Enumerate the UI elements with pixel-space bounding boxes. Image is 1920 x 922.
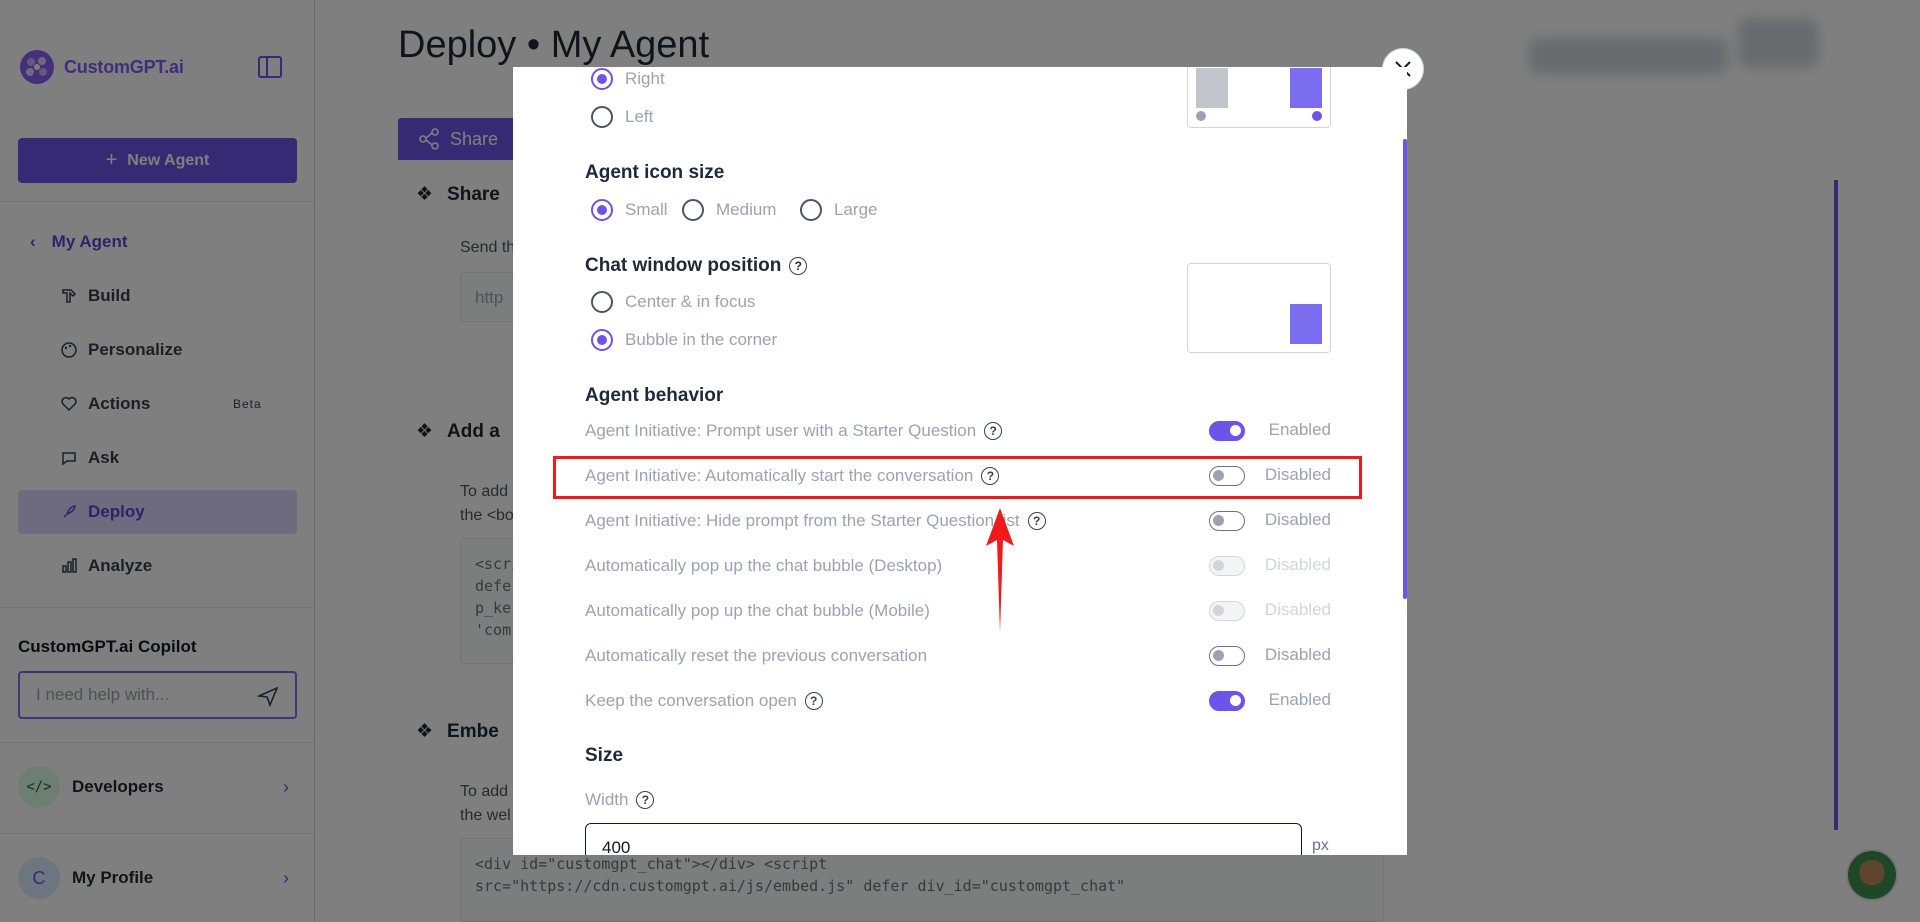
toggle-state: Disabled [1264, 645, 1331, 664]
behavior-row-reset-conversation: Automatically reset the previous convers… [585, 641, 1331, 671]
toggle-state: Disabled [1264, 600, 1331, 619]
toggle-switch[interactable] [1209, 556, 1245, 576]
radio-label: Large [834, 200, 878, 219]
behavior-label: Automatically pop up the chat bubble (Mo… [585, 601, 930, 620]
radio-label: Left [625, 107, 654, 126]
radio-center-focus[interactable]: Center & in focus [591, 291, 755, 313]
behavior-row-keep-open: Keep the conversation open ? Enabled [585, 686, 1331, 716]
radio-position-right[interactable]: Right [591, 68, 665, 90]
help-icon[interactable]: ? [636, 791, 655, 809]
radio-indicator [591, 106, 613, 128]
toggle-switch[interactable] [1209, 421, 1245, 441]
radio-indicator [591, 199, 613, 221]
behavior-label: Automatically pop up the chat bubble (De… [585, 556, 943, 575]
preview-block [1290, 68, 1322, 108]
radio-label: Right [625, 69, 665, 88]
toggle-switch[interactable] [1209, 691, 1245, 711]
radio-label: Bubble in the corner [625, 330, 778, 349]
behavior-label: Agent Initiative: Prompt user with a Sta… [585, 421, 977, 440]
radio-indicator [591, 329, 613, 351]
radio-size-medium[interactable]: Medium [682, 199, 776, 221]
preview-dot [1312, 111, 1322, 121]
icon-size-heading: Agent icon size [585, 162, 725, 183]
help-icon[interactable]: ? [789, 257, 808, 275]
chat-window-preview [1187, 263, 1331, 353]
behavior-label: Automatically reset the previous convers… [585, 646, 928, 665]
preview-dot [1196, 111, 1206, 121]
toggle-switch[interactable] [1209, 646, 1245, 666]
radio-position-left[interactable]: Left [591, 106, 653, 128]
behavior-label: Agent Initiative: Hide prompt from the S… [585, 511, 1020, 530]
toggle-state: Disabled [1264, 555, 1331, 574]
behavior-row-popup-desktop: Automatically pop up the chat bubble (De… [585, 551, 1331, 581]
radio-bubble-corner[interactable]: Bubble in the corner [591, 329, 777, 351]
modal-scrollbar[interactable] [1403, 139, 1407, 599]
radio-indicator [800, 199, 822, 221]
width-unit: px [1312, 837, 1329, 854]
chat-window-heading: Chat window position ? [585, 255, 808, 277]
help-icon[interactable]: ? [804, 692, 823, 710]
toggle-state: Disabled [1264, 510, 1331, 529]
radio-size-small[interactable]: Small [591, 199, 668, 221]
radio-size-large[interactable]: Large [800, 199, 877, 221]
behavior-row-popup-mobile: Automatically pop up the chat bubble (Mo… [585, 596, 1331, 626]
toggle-state: Enabled [1268, 420, 1331, 439]
behavior-row-starter-question: Agent Initiative: Prompt user with a Sta… [585, 416, 1331, 446]
radio-indicator [682, 199, 704, 221]
width-input[interactable]: 400 [585, 823, 1302, 855]
toggle-switch[interactable] [1209, 511, 1245, 531]
agent-behavior-heading: Agent behavior [585, 385, 724, 406]
radio-label: Medium [716, 200, 777, 219]
size-heading: Size [585, 745, 624, 766]
radio-label: Small [625, 200, 668, 219]
highlight-box [553, 456, 1362, 499]
preview-block [1290, 304, 1322, 344]
help-icon[interactable]: ? [984, 422, 1003, 440]
radio-indicator [591, 68, 613, 90]
toggle-state: Enabled [1268, 690, 1331, 709]
width-label: Width [585, 790, 629, 809]
arrow-up-icon [986, 508, 1014, 633]
toggle-switch[interactable] [1209, 601, 1245, 621]
width-label-row: Width ? [585, 785, 885, 815]
radio-label: Center & in focus [625, 292, 756, 311]
behavior-label: Keep the conversation open [585, 691, 797, 710]
position-preview [1187, 67, 1331, 128]
behavior-row-hide-prompt: Agent Initiative: Hide prompt from the S… [585, 506, 1331, 536]
help-icon[interactable]: ? [1027, 512, 1046, 530]
radio-indicator [591, 291, 613, 313]
chat-window-title: Chat window position [585, 255, 782, 276]
preview-block [1196, 68, 1228, 108]
